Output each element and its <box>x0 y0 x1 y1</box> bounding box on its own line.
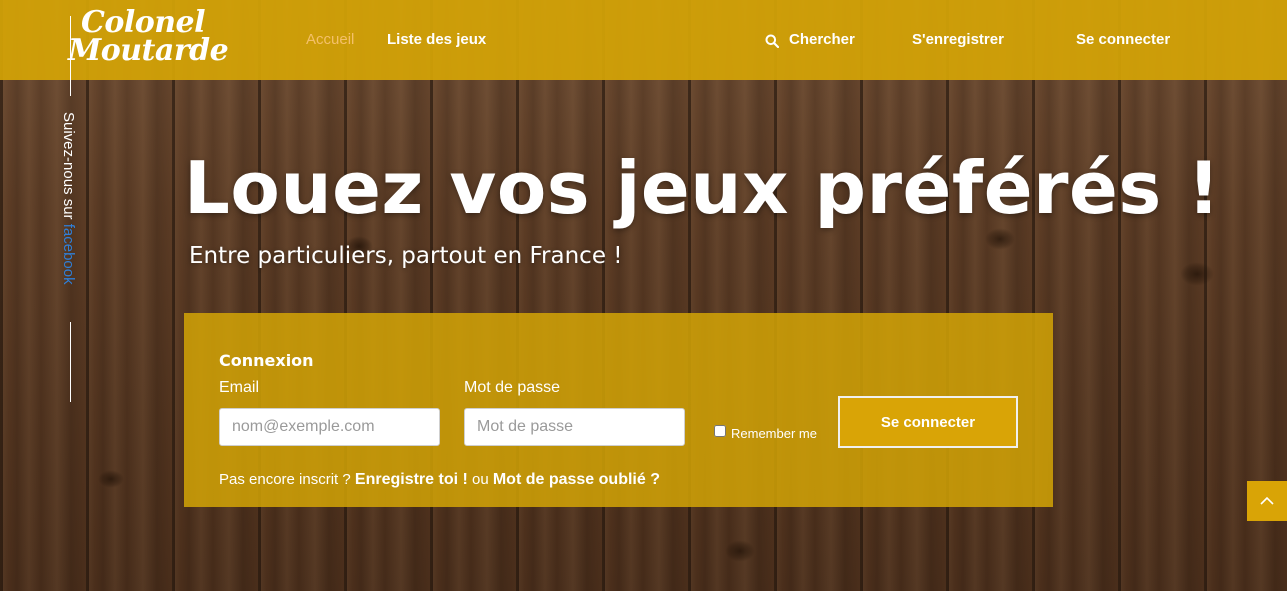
nav-games-link[interactable]: Liste des jeux <box>387 31 486 48</box>
remember-me-label: Remember me <box>731 426 817 441</box>
login-submit-button[interactable]: Se connecter <box>838 396 1018 448</box>
remember-me: Remember me <box>714 421 817 441</box>
back-to-top-button[interactable] <box>1247 481 1287 521</box>
wood-knot <box>985 228 1015 250</box>
side-divider-top <box>70 16 71 96</box>
login-panel-footer: Pas encore inscrit ? Enregistre toi ! ou… <box>219 471 660 489</box>
brand-logo-line2: Moutarde <box>68 33 229 68</box>
email-field[interactable] <box>219 408 440 446</box>
forgot-password-link[interactable]: Mot de passe oublié ? <box>493 471 660 488</box>
register-link[interactable]: Enregistre toi ! <box>355 471 468 488</box>
side-divider-bottom <box>70 322 71 402</box>
password-label: Mot de passe <box>464 379 561 396</box>
facebook-link[interactable]: facebook <box>60 224 77 285</box>
nav-search-link[interactable]: Chercher <box>789 31 855 48</box>
login-panel: Connexion Email Mot de passe Remember me… <box>184 313 1053 507</box>
chevron-up-icon <box>1260 496 1274 505</box>
wood-knot <box>725 540 755 562</box>
nav-home-link[interactable]: Accueil <box>306 31 354 48</box>
side-social-follow: Suivez-nous sur facebook <box>60 112 77 285</box>
brand-logo[interactable]: Colonel Moutarde <box>68 8 229 68</box>
top-navbar: Colonel Moutarde Accueil Liste des jeux … <box>0 0 1287 80</box>
nav-login-link[interactable]: Se connecter <box>1076 31 1170 48</box>
search-icon[interactable] <box>765 34 779 48</box>
wood-knot <box>1180 262 1214 286</box>
hero-subtitle: Entre particuliers, partout en France ! <box>189 243 623 269</box>
side-social-prefix: Suivez-nous sur <box>60 112 77 224</box>
remember-me-checkbox[interactable] <box>714 425 726 437</box>
footer-or: ou <box>467 471 493 488</box>
password-field[interactable] <box>464 408 685 446</box>
hero-title: Louez vos jeux préférés ! <box>184 146 1221 230</box>
email-label: Email <box>219 379 260 396</box>
login-panel-title: Connexion <box>219 351 314 370</box>
wood-knot <box>98 470 124 488</box>
footer-prefix: Pas encore inscrit ? <box>219 471 355 488</box>
nav-register-link[interactable]: S'enregistrer <box>912 31 1004 48</box>
